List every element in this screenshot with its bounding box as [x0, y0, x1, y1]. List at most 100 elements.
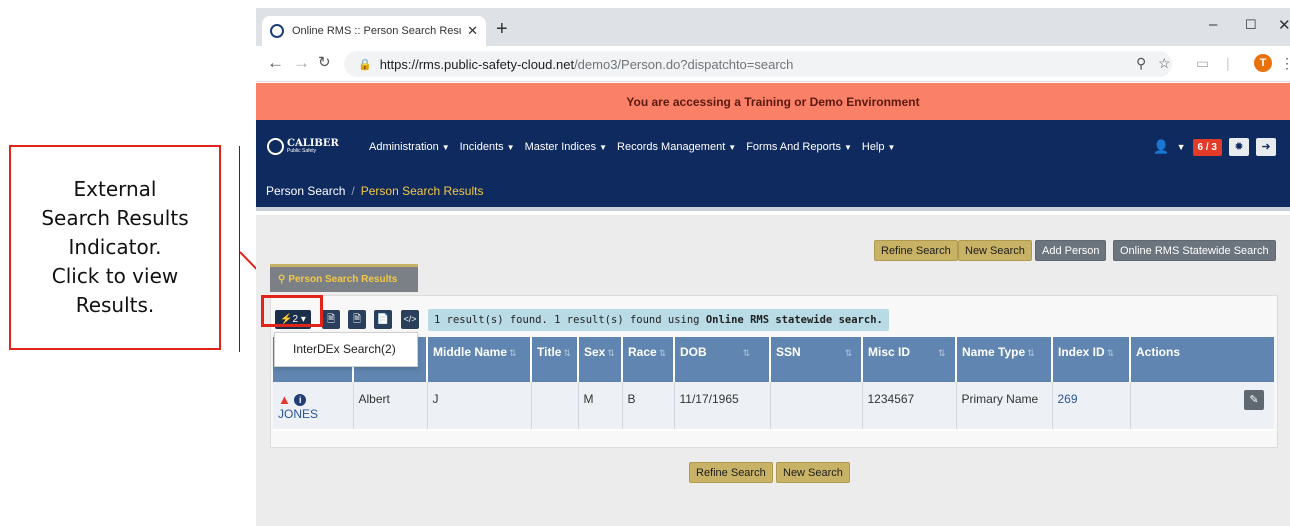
external-search-dropdown: InterDEx Search(2) [274, 332, 418, 367]
caret-down-icon: ▼ [506, 143, 515, 152]
col-middle-name[interactable]: Middle Name ⇅ [427, 337, 532, 382]
results-table: ⇅ Middle Name⇅ Title⇅ Sex⇅ Race⇅ DOB⇅ SS… [273, 337, 1274, 431]
dropdown-item-interdex-search[interactable]: InterDEx Search(2) [293, 342, 396, 356]
page-content: Refine Search New Search Add Person Onli… [256, 215, 1290, 526]
export-pdf-icon[interactable]: 🗎 [322, 310, 340, 329]
col-misc-id[interactable]: Misc ID ⇅ [862, 337, 957, 382]
breadcrumb-current: Person Search Results [360, 184, 484, 198]
table-header-row: ⇅ Middle Name⇅ Title⇅ Sex⇅ Race⇅ DOB⇅ SS… [273, 337, 1274, 382]
lock-icon: 🔒 [358, 58, 372, 71]
settings-gear-icon[interactable]: ✹ [1229, 138, 1249, 156]
warning-icon: ▲ [278, 392, 291, 407]
breadcrumb-person-search[interactable]: Person Search [266, 184, 345, 198]
cell-misc-id: 1234567 [862, 382, 957, 429]
reload-icon[interactable]: ↻ [318, 54, 331, 72]
edit-icon[interactable]: ✎ [1244, 390, 1264, 410]
bookmark-star-icon[interactable]: ☆ [1158, 55, 1171, 72]
extension-icon[interactable]: ▭ [1196, 55, 1209, 72]
cell-ssn [770, 382, 863, 429]
logout-icon[interactable]: ➜ [1256, 138, 1276, 156]
statewide-search-button[interactable]: Online RMS Statewide Search [1113, 240, 1276, 261]
col-actions: Actions [1130, 337, 1274, 382]
url-path: /demo3/Person.do?dispatchto=search [574, 56, 794, 72]
window-close-icon[interactable]: ✕ [1278, 16, 1290, 34]
index-id-link[interactable]: 269 [1058, 392, 1078, 406]
annotation-highlight-box [261, 295, 323, 327]
menu-records-management[interactable]: Records Management ▼ [617, 141, 736, 153]
browser-window: Online RMS :: Person Search Resu ✕ + – ☐… [256, 8, 1290, 526]
caret-down-icon: ▼ [728, 143, 737, 152]
maximize-icon[interactable]: ☐ [1245, 17, 1257, 33]
cell-name-type: Primary Name [956, 382, 1053, 429]
cell-index-id: 269 [1052, 382, 1131, 429]
new-search-button[interactable]: New Search [958, 240, 1032, 261]
annotation-callout-box: External Search Results Indicator. Click… [9, 145, 221, 350]
tab-title: Online RMS :: Person Search Resu [292, 25, 462, 37]
cell-title [531, 382, 579, 429]
cell-sex: M [578, 382, 623, 429]
cell-last-name: ▲ i JONES [273, 382, 354, 429]
back-arrow-icon[interactable]: ← [267, 54, 284, 72]
alert-count-badge[interactable]: 6 / 3 [1192, 138, 1222, 156]
caret-down-icon: ▼ [599, 143, 608, 152]
col-race[interactable]: Race ⇅ [622, 337, 675, 382]
cell-race: B [622, 382, 675, 429]
browser-tab[interactable]: Online RMS :: Person Search Resu ✕ [262, 16, 486, 46]
brand-name: CALIBER [287, 138, 339, 149]
zoom-icon[interactable]: ⚲ [1136, 55, 1146, 72]
person-last-name-link[interactable]: JONES [278, 407, 318, 421]
add-person-button[interactable]: Add Person [1035, 240, 1107, 261]
favicon-icon [270, 24, 284, 38]
user-caret-icon[interactable]: ▼ [1177, 142, 1186, 152]
breadcrumb: Person Search / Person Search Results [256, 175, 1290, 211]
cell-dob: 11/17/1965 [674, 382, 771, 429]
minimize-icon[interactable]: – [1209, 16, 1217, 33]
url-host: https://rms.public-safety-cloud.net [379, 56, 575, 72]
col-dob[interactable]: DOB ⇅ [674, 337, 771, 382]
forward-arrow-icon[interactable]: → [293, 54, 310, 72]
browser-menu-icon[interactable]: ⋮ [1280, 55, 1290, 72]
address-bar[interactable]: 🔒 https://rms.public-safety-cloud.net/de… [344, 51, 1172, 77]
code-icon[interactable]: </> [401, 310, 419, 329]
col-index-id[interactable]: Index ID ⇅ [1052, 337, 1131, 382]
menu-incidents[interactable]: Incidents ▼ [460, 141, 515, 153]
cell-actions: ✎ [1130, 382, 1274, 429]
table-row: ▲ i JONES Albert J M B 11/17/1965 123456… [273, 382, 1274, 429]
tab-close-icon[interactable]: ✕ [467, 23, 478, 39]
export-document-icon[interactable]: 📄 [374, 310, 392, 329]
logo-circle-icon [267, 138, 284, 155]
col-name-type[interactable]: Name Type ⇅ [956, 337, 1053, 382]
main-navbar: CALIBER Public Safety Administration ▼ In… [256, 120, 1290, 175]
menu-forms-and-reports[interactable]: Forms And Reports ▼ [746, 141, 852, 153]
profile-avatar[interactable]: T [1254, 54, 1272, 72]
breadcrumb-separator: / [351, 184, 355, 198]
menu-master-indices[interactable]: Master Indices ▼ [525, 141, 607, 153]
bottom-new-search-button[interactable]: New Search [776, 462, 850, 483]
cell-middle-name: J [427, 382, 532, 429]
navbar-right-controls: 👤 ▼ 6 / 3 ✹ ➜ [1153, 138, 1276, 156]
annotation-bracket-line [239, 146, 240, 352]
caret-down-icon: ▼ [441, 143, 450, 152]
tab-label: Person Search Results [288, 274, 398, 285]
annotation-text: External Search Results Indicator. Click… [41, 177, 189, 317]
new-tab-button[interactable]: + [496, 19, 508, 39]
toolbar-divider: | [1226, 55, 1230, 71]
main-menu: Administration ▼ Incidents ▼ Master Indice… [369, 141, 895, 153]
caret-down-icon: ▼ [887, 143, 896, 152]
bottom-refine-search-button[interactable]: Refine Search [689, 462, 773, 483]
menu-administration[interactable]: Administration ▼ [369, 141, 450, 153]
refine-search-button[interactable]: Refine Search [874, 240, 958, 261]
caliber-logo[interactable]: CALIBER Public Safety [267, 138, 339, 155]
col-sex[interactable]: Sex ⇅ [578, 337, 623, 382]
col-ssn[interactable]: SSN ⇅ [770, 337, 863, 382]
col-title[interactable]: Title ⇅ [531, 337, 579, 382]
info-icon[interactable]: i [294, 394, 307, 406]
browser-tab-strip: Online RMS :: Person Search Resu ✕ + – ☐… [256, 8, 1290, 46]
tab-person-search-results[interactable]: ⚲ Person Search Results [270, 264, 418, 292]
menu-help[interactable]: Help ▼ [862, 141, 896, 153]
training-environment-banner: You are accessing a Training or Demo Env… [256, 83, 1290, 120]
export-excel-icon[interactable]: 🗎 [348, 310, 366, 329]
cell-first-name: Albert [353, 382, 428, 429]
browser-toolbar: ← → ↻ 🔒 https://rms.public-safety-cloud.… [256, 46, 1290, 82]
user-icon[interactable]: 👤 [1153, 139, 1169, 155]
